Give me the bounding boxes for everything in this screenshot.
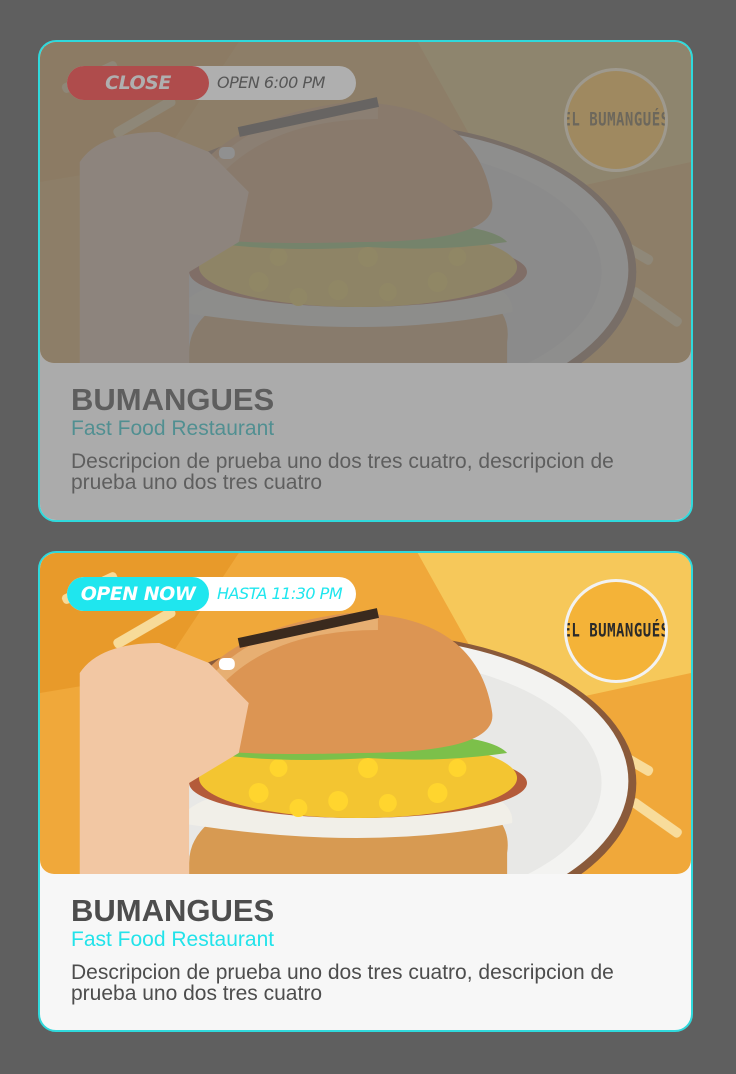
restaurant-name: BUMANGUES xyxy=(71,382,275,417)
restaurant-name: BUMANGUES xyxy=(71,893,275,928)
status-badge: OPEN NOW xyxy=(67,577,209,611)
restaurant-card-open[interactable]: OPEN NOW HASTA 11:30 PM EL BUMANGUÉS BUM… xyxy=(38,551,693,1032)
restaurant-info: BUMANGUES Fast Food Restaurant Descripci… xyxy=(71,382,661,494)
hours-label: HASTA 11:30 PM xyxy=(217,584,343,603)
status-pill: OPEN NOW HASTA 11:30 PM xyxy=(67,577,356,611)
restaurant-category: Fast Food Restaurant xyxy=(71,928,275,951)
restaurant-logo: EL BUMANGUÉS xyxy=(564,68,668,172)
restaurant-category: Fast Food Restaurant xyxy=(71,417,275,440)
logo-text: EL BUMANGUÉS xyxy=(564,109,668,131)
restaurant-info: BUMANGUES Fast Food Restaurant Descripci… xyxy=(71,893,661,1005)
status-badge: CLOSE xyxy=(67,66,209,100)
restaurant-description: Descripcion de prueba uno dos tres cuatr… xyxy=(71,961,614,1005)
status-pill: CLOSE OPEN 6:00 PM xyxy=(67,66,356,100)
hours-label: OPEN 6:00 PM xyxy=(217,73,325,92)
restaurant-logo: EL BUMANGUÉS xyxy=(564,579,668,683)
logo-text: EL BUMANGUÉS xyxy=(564,620,668,642)
restaurant-card-closed[interactable]: CLOSE OPEN 6:00 PM EL BUMANGUÉS BUMANGUE… xyxy=(38,40,693,522)
restaurant-description: Descripcion de prueba uno dos tres cuatr… xyxy=(71,450,614,494)
